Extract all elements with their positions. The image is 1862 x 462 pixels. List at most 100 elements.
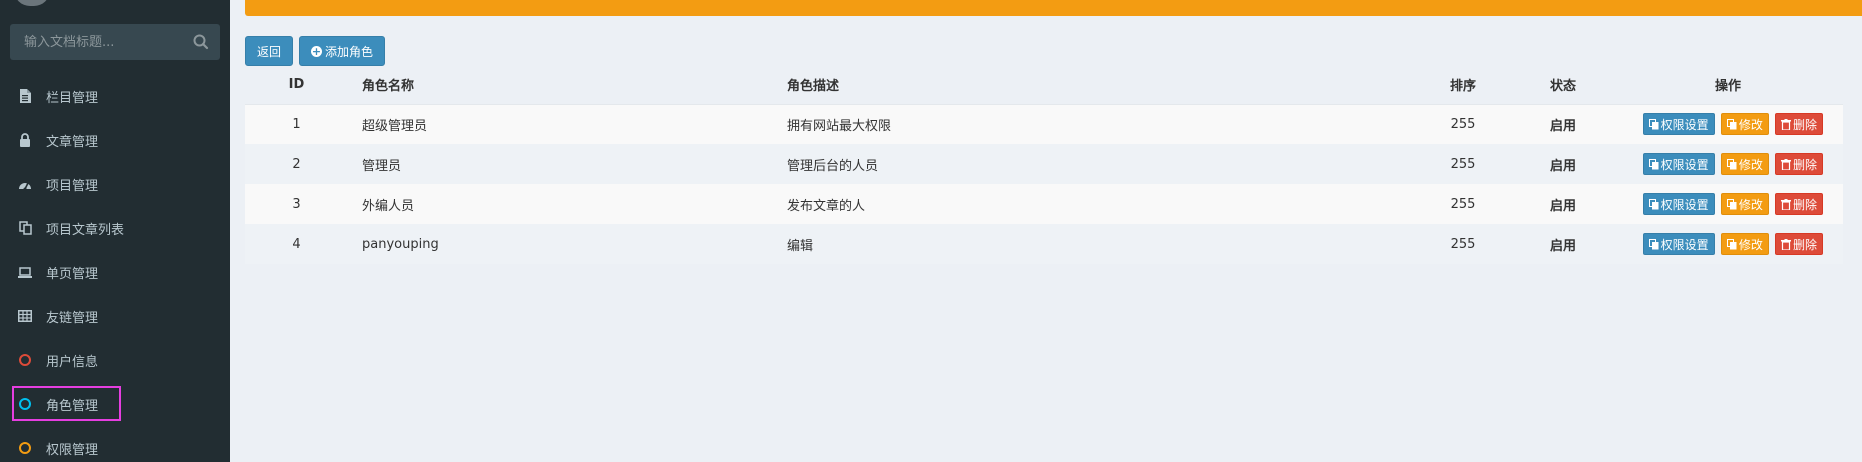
copy-icon — [1648, 198, 1659, 210]
header-sort: 排序 — [1413, 66, 1513, 105]
cell-role-name: 管理员 — [362, 158, 402, 174]
table-row: 3 外编人员 发布文章的人 255 启用 权限设置 修改 删除 — [245, 184, 1843, 224]
sidebar-item-label: 权限管理 — [46, 442, 99, 458]
table-header-row: ID 角色名称 角色描述 排序 状态 操作 — [245, 66, 1843, 105]
user-avatar — [14, 0, 50, 6]
delete-label: 删除 — [1792, 197, 1817, 212]
delete-label: 删除 — [1792, 117, 1817, 132]
delete-button[interactable]: 删除 — [1774, 153, 1823, 175]
cell-state: 启用 — [1549, 158, 1576, 174]
sidebar-item-links[interactable]: 友链管理 — [0, 294, 230, 338]
sidebar-item-articles[interactable]: 文章管理 — [0, 118, 230, 162]
circle-icon — [18, 441, 32, 455]
sidebar-item-label: 项目管理 — [46, 178, 99, 194]
sidebar-search — [10, 24, 220, 60]
sidebar-item-users[interactable]: 用户信息 — [0, 338, 230, 382]
cell-role-name: 超级管理员 — [362, 118, 428, 134]
search-icon[interactable] — [192, 33, 210, 51]
permission-settings-button[interactable]: 权限设置 — [1642, 153, 1715, 175]
search-input[interactable] — [10, 24, 220, 60]
cell-actions: 权限设置 修改 删除 — [1613, 224, 1843, 264]
sidebar-item-label: 项目文章列表 — [46, 222, 125, 238]
circle-icon — [18, 397, 32, 411]
table-icon — [18, 309, 32, 323]
delete-button[interactable]: 删除 — [1774, 233, 1823, 255]
header-role-desc: 角色描述 — [773, 66, 1413, 105]
sidebar-item-label: 单页管理 — [46, 266, 99, 282]
edit-label: 修改 — [1738, 197, 1763, 212]
permission-settings-button[interactable]: 权限设置 — [1642, 233, 1715, 255]
permission-settings-button[interactable]: 权限设置 — [1642, 193, 1715, 215]
cell-id: 4 — [292, 236, 301, 252]
edit-button[interactable]: 修改 — [1720, 193, 1769, 215]
edit-button[interactable]: 修改 — [1720, 233, 1769, 255]
laptop-icon — [18, 265, 32, 279]
toolbar: 返回 + 添加角色 — [245, 36, 386, 66]
edit-label: 修改 — [1738, 157, 1763, 172]
roles-table: ID 角色名称 角色描述 排序 状态 操作 1 超级管理员 拥有网站最大权限 2… — [245, 66, 1843, 264]
permission-settings-label: 权限设置 — [1660, 117, 1709, 132]
lock-icon — [18, 133, 32, 147]
dashboard-icon — [18, 177, 32, 191]
copy-icon — [1648, 158, 1659, 170]
trash-icon — [1780, 238, 1791, 251]
trash-icon — [1780, 158, 1791, 171]
copy-icon — [1726, 198, 1737, 210]
sidebar-item-project-articles[interactable]: 项目文章列表 — [0, 206, 230, 250]
add-role-button[interactable]: + 添加角色 — [299, 36, 386, 66]
plus-circle-icon: + — [311, 44, 323, 58]
copy-icon — [1648, 238, 1659, 250]
sidebar-item-permissions[interactable]: 权限管理 — [0, 426, 230, 462]
delete-label: 删除 — [1792, 237, 1817, 252]
sidebar-item-label: 友链管理 — [46, 310, 99, 326]
sidebar-item-label: 栏目管理 — [46, 90, 99, 106]
cell-role-desc: 拥有网站最大权限 — [787, 118, 892, 134]
trash-icon — [1780, 198, 1791, 211]
delete-button[interactable]: 删除 — [1774, 113, 1823, 136]
header-state: 状态 — [1513, 66, 1613, 105]
edit-label: 修改 — [1738, 117, 1763, 132]
sidebar-item-label: 角色管理 — [46, 398, 99, 414]
cell-state: 启用 — [1549, 238, 1576, 254]
add-role-button-label: 添加角色 — [325, 44, 374, 59]
table-row: 4 panyouping 编辑 255 启用 权限设置 修改 删除 — [245, 224, 1843, 264]
trash-icon — [1780, 118, 1791, 131]
cell-sort: 255 — [1450, 236, 1476, 252]
header-actions: 操作 — [1613, 66, 1843, 105]
copy-icon — [18, 221, 32, 235]
sidebar-item-projects[interactable]: 项目管理 — [0, 162, 230, 206]
edit-label: 修改 — [1738, 237, 1763, 252]
sidebar: 栏目管理 文章管理 项目管理 项目文章列表 单页管理 — [0, 0, 230, 462]
cell-role-desc: 发布文章的人 — [787, 198, 866, 214]
cell-sort: 255 — [1450, 156, 1476, 172]
delete-button[interactable]: 删除 — [1774, 193, 1823, 215]
cell-actions: 权限设置 修改 删除 — [1613, 184, 1843, 224]
back-button-label: 返回 — [257, 44, 282, 59]
cell-actions: 权限设置 修改 删除 — [1613, 104, 1843, 144]
cell-sort: 255 — [1450, 196, 1476, 212]
cell-role-name: 外编人员 — [362, 198, 415, 214]
sidebar-item-column[interactable]: 栏目管理 — [0, 74, 230, 118]
edit-button[interactable]: 修改 — [1720, 113, 1769, 136]
sidebar-item-label: 用户信息 — [46, 354, 99, 370]
permission-settings-label: 权限设置 — [1660, 197, 1709, 212]
cell-role-name: panyouping — [362, 236, 439, 252]
back-button[interactable]: 返回 — [245, 36, 294, 66]
cell-id: 2 — [292, 156, 301, 172]
sidebar-item-label: 文章管理 — [46, 134, 99, 150]
header-role-name: 角色名称 — [348, 66, 773, 105]
cell-id: 3 — [292, 196, 301, 212]
cell-role-desc: 管理后台的人员 — [787, 158, 879, 174]
callout-banner — [245, 0, 1862, 16]
sidebar-item-pages[interactable]: 单页管理 — [0, 250, 230, 294]
cell-actions: 权限设置 修改 删除 — [1613, 144, 1843, 184]
edit-button[interactable]: 修改 — [1720, 153, 1769, 175]
table-row: 2 管理员 管理后台的人员 255 启用 权限设置 修改 删除 — [245, 144, 1843, 184]
sidebar-item-roles[interactable]: 角色管理 — [0, 382, 230, 426]
permission-settings-label: 权限设置 — [1660, 237, 1709, 252]
cell-role-desc: 编辑 — [787, 238, 814, 254]
header-id: ID — [245, 66, 348, 105]
copy-icon — [1648, 118, 1659, 130]
file-icon — [18, 89, 32, 103]
permission-settings-button[interactable]: 权限设置 — [1642, 113, 1715, 136]
